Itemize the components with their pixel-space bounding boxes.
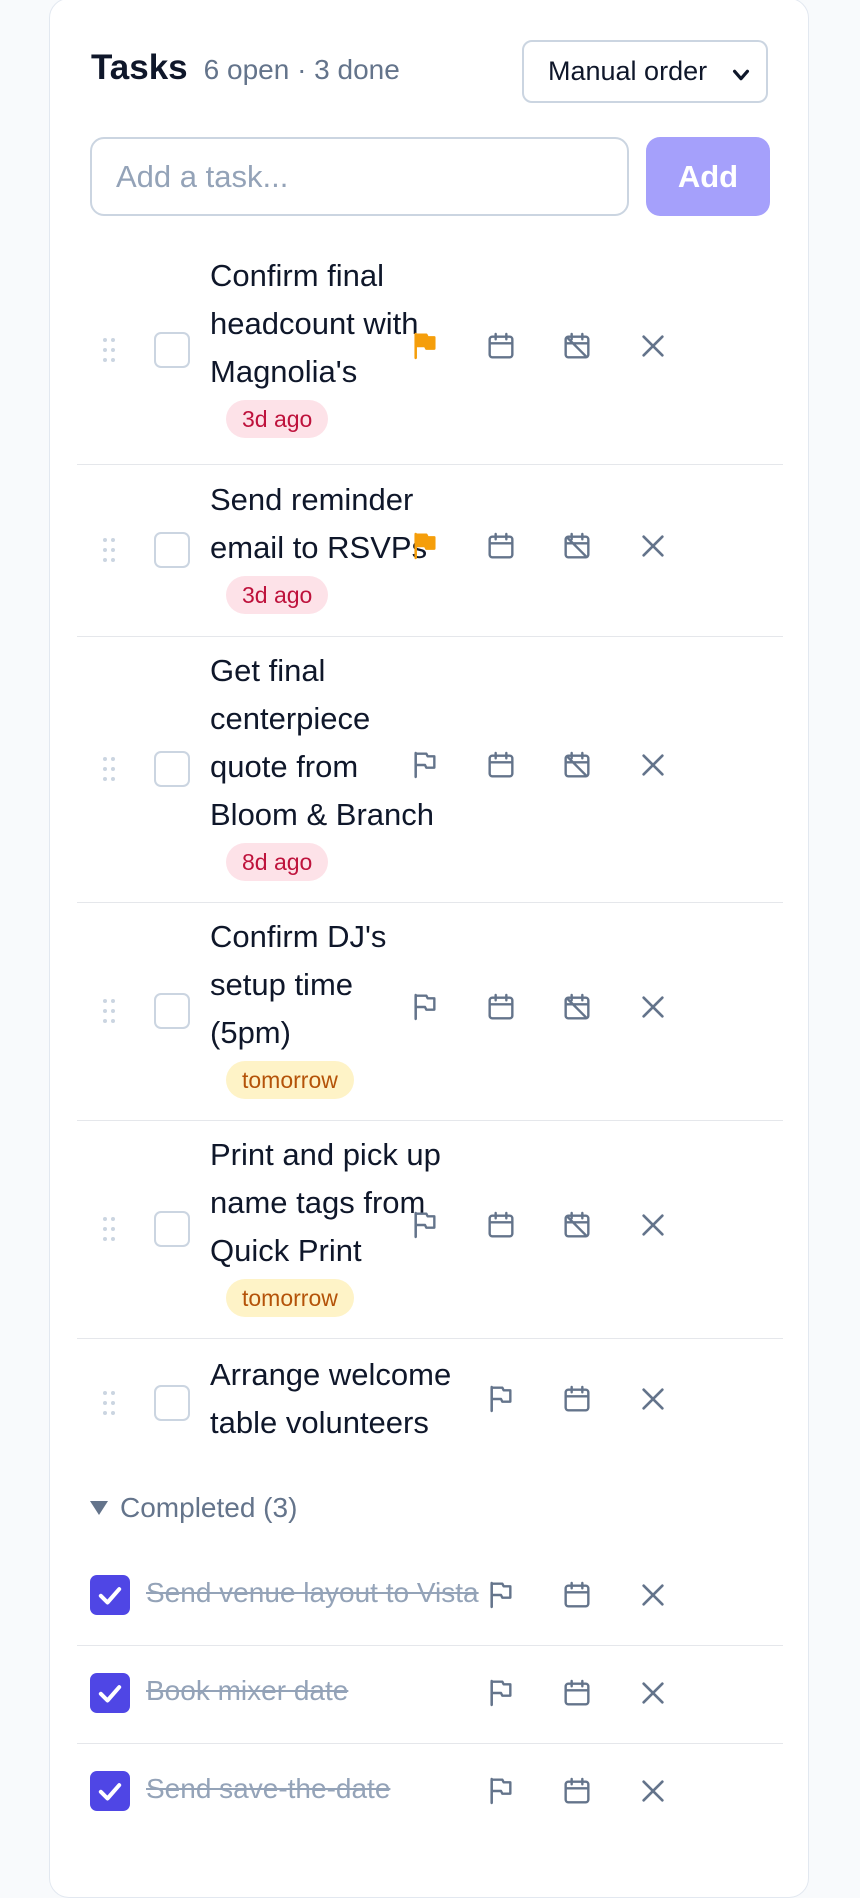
calendar-icon[interactable] — [485, 749, 517, 781]
calendar-clear-icon[interactable] — [561, 991, 593, 1023]
due-badge: 3d ago — [226, 576, 329, 614]
task-title-line: (5pm) — [210, 1015, 291, 1050]
flag-icon[interactable] — [409, 530, 441, 562]
due-badge: 3d ago — [226, 400, 329, 438]
close-icon[interactable] — [637, 1775, 669, 1807]
completed-task-title[interactable]: Send save-the-date — [146, 1773, 390, 1805]
close-icon[interactable] — [637, 1579, 669, 1611]
due-badge: 8d ago — [226, 843, 329, 881]
calendar-icon[interactable] — [561, 1775, 593, 1807]
drag-handle-icon[interactable] — [103, 1217, 117, 1243]
task-title-line: Confirm final — [210, 258, 384, 293]
task-summary: 6 open · 3 done — [203, 54, 400, 85]
close-icon[interactable] — [637, 991, 669, 1023]
calendar-icon[interactable] — [561, 1383, 593, 1415]
task-title-line: setup time — [210, 967, 354, 1002]
calendar-clear-icon[interactable] — [561, 330, 593, 362]
calendar-clear-icon[interactable] — [561, 749, 593, 781]
check-icon[interactable] — [90, 1575, 130, 1615]
close-icon[interactable] — [637, 1677, 669, 1709]
completed-row: Book mixer date — [77, 1645, 783, 1744]
due-badge: tomorrow — [226, 1061, 354, 1099]
task-title[interactable]: Confirm final headcount with Magnolia's — [210, 252, 419, 396]
close-icon[interactable] — [637, 1383, 669, 1415]
task-title-line: Arrange welcome — [210, 1357, 452, 1392]
drag-handle-icon[interactable] — [103, 538, 117, 564]
calendar-icon[interactable] — [485, 991, 517, 1023]
task-row: Arrange welcome table volunteers — [77, 1338, 783, 1468]
add-task-input[interactable]: Add a task... — [90, 137, 629, 216]
task-checkbox[interactable] — [154, 993, 190, 1029]
task-checkbox[interactable] — [154, 751, 190, 787]
flag-icon[interactable] — [485, 1677, 517, 1709]
page-title: Tasks — [91, 48, 188, 87]
check-icon[interactable] — [90, 1771, 130, 1811]
task-title-line: table volunteers — [210, 1405, 429, 1440]
flag-icon[interactable] — [409, 991, 441, 1023]
task-title-line: Quick Print — [210, 1233, 362, 1268]
task-row: Get final centerpiece quote from Bloom & Br… — [77, 636, 783, 903]
task-checkbox[interactable] — [154, 1211, 190, 1247]
drag-handle-icon[interactable] — [103, 999, 117, 1025]
task-title[interactable]: Send reminder email to RSVPs — [210, 476, 427, 572]
chevron-down-icon — [730, 62, 752, 93]
task-title-line: name tags from — [210, 1185, 426, 1220]
task-title-line: Get final — [210, 653, 326, 688]
task-row: Print and pick up name tags from Quick Pri… — [77, 1120, 783, 1339]
flag-icon[interactable] — [485, 1775, 517, 1807]
close-icon[interactable] — [637, 749, 669, 781]
drag-handle-icon[interactable] — [103, 1391, 117, 1417]
close-icon[interactable] — [637, 330, 669, 362]
task-title-line: Send reminder — [210, 482, 414, 517]
completed-row: Send venue layout to Vista — [77, 1547, 783, 1646]
close-icon[interactable] — [637, 1209, 669, 1241]
drag-handle-icon[interactable] — [103, 757, 117, 783]
task-title[interactable]: Confirm DJ's setup time (5pm) — [210, 913, 386, 1057]
triangle-down-icon — [90, 1501, 108, 1515]
flag-icon[interactable] — [485, 1383, 517, 1415]
completed-toggle[interactable]: Completed (3) — [90, 1492, 297, 1524]
close-icon[interactable] — [637, 530, 669, 562]
calendar-clear-icon[interactable] — [561, 1209, 593, 1241]
task-checkbox[interactable] — [154, 332, 190, 368]
calendar-clear-icon[interactable] — [561, 530, 593, 562]
flag-icon[interactable] — [409, 749, 441, 781]
task-title-line: Confirm DJ's — [210, 919, 387, 954]
add-task-button[interactable]: Add — [646, 137, 770, 216]
task-checkbox[interactable] — [154, 1385, 190, 1421]
task-title-line: quote from — [210, 749, 359, 784]
task-title-line: email to RSVPs — [210, 530, 428, 565]
task-title-line: centerpiece — [210, 701, 371, 736]
task-title-line: Magnolia's — [210, 354, 358, 389]
due-badge: tomorrow — [226, 1279, 354, 1317]
calendar-icon[interactable] — [561, 1677, 593, 1709]
sort-select[interactable]: Manual order — [522, 40, 768, 103]
header: Tasks 6 open · 3 done — [91, 48, 400, 88]
task-row: Send reminder email to RSVPs 3d ago — [77, 464, 783, 637]
calendar-icon[interactable] — [561, 1579, 593, 1611]
flag-icon[interactable] — [485, 1579, 517, 1611]
completed-task-title[interactable]: Send venue layout to Vista — [146, 1577, 479, 1609]
completed-row: Send save-the-date — [77, 1743, 783, 1841]
calendar-icon[interactable] — [485, 530, 517, 562]
task-title-line: Print and pick up — [210, 1137, 441, 1172]
flag-icon[interactable] — [409, 330, 441, 362]
sort-select-value: Manual order — [548, 56, 708, 86]
calendar-icon[interactable] — [485, 330, 517, 362]
completed-label: Completed (3) — [120, 1492, 298, 1523]
task-title[interactable]: Get final centerpiece quote from Bloom & Br… — [210, 647, 434, 839]
calendar-icon[interactable] — [485, 1209, 517, 1241]
task-title-line: Bloom & Branch — [210, 797, 434, 832]
check-icon[interactable] — [90, 1673, 130, 1713]
task-title-line: headcount with — [210, 306, 419, 341]
flag-icon[interactable] — [409, 1209, 441, 1241]
task-row: Confirm final headcount with Magnolia's 3d … — [77, 236, 783, 465]
task-row: Confirm DJ's setup time (5pm) tomorrow — [77, 902, 783, 1121]
completed-task-title[interactable]: Book mixer date — [146, 1675, 348, 1707]
drag-handle-icon[interactable] — [103, 338, 117, 364]
task-title[interactable]: Print and pick up name tags from Quick Pri… — [210, 1131, 441, 1275]
task-title[interactable]: Arrange welcome table volunteers — [210, 1351, 451, 1447]
task-checkbox[interactable] — [154, 532, 190, 568]
